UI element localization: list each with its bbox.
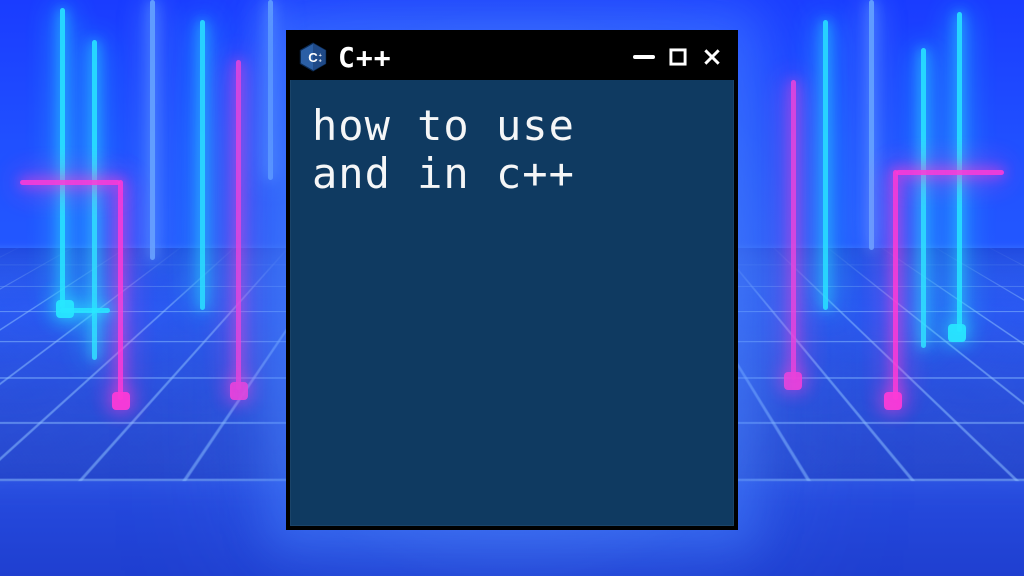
- neon-trace: [268, 0, 273, 180]
- neon-node: [784, 372, 802, 390]
- window-title: C++: [338, 41, 392, 74]
- svg-text:+: +: [319, 53, 322, 59]
- neon-trace: [896, 170, 1004, 175]
- neon-trace: [823, 20, 828, 310]
- neon-trace: [236, 60, 241, 390]
- title-bar[interactable]: C + + C++: [290, 34, 734, 80]
- svg-text:C: C: [308, 50, 318, 65]
- neon-trace: [150, 0, 155, 260]
- neon-trace: [60, 8, 65, 308]
- neon-trace: [893, 170, 898, 400]
- neon-node: [56, 300, 74, 318]
- neon-trace: [869, 0, 874, 250]
- neon-trace: [20, 180, 120, 185]
- neon-node: [230, 382, 248, 400]
- neon-trace: [791, 80, 796, 380]
- minimize-button[interactable]: [632, 45, 656, 69]
- neon-node: [884, 392, 902, 410]
- neon-node: [112, 392, 130, 410]
- terminal-window: C + + C++ how to use and in: [286, 30, 738, 530]
- maximize-button[interactable]: [666, 45, 690, 69]
- minimize-icon: [633, 55, 655, 59]
- terminal-content: how to use and in c++: [290, 80, 734, 217]
- close-button[interactable]: [700, 45, 724, 69]
- content-line-1: how to use: [312, 101, 575, 150]
- neon-trace: [118, 180, 123, 400]
- content-line-2: and in c++: [312, 149, 575, 198]
- neon-trace: [200, 20, 205, 310]
- svg-text:+: +: [319, 58, 322, 64]
- maximize-icon: [668, 47, 688, 67]
- neon-node: [948, 324, 966, 342]
- close-icon: [702, 47, 722, 67]
- cpp-logo-icon: C + +: [298, 42, 328, 72]
- neon-trace: [921, 48, 926, 348]
- window-controls: [632, 45, 724, 69]
